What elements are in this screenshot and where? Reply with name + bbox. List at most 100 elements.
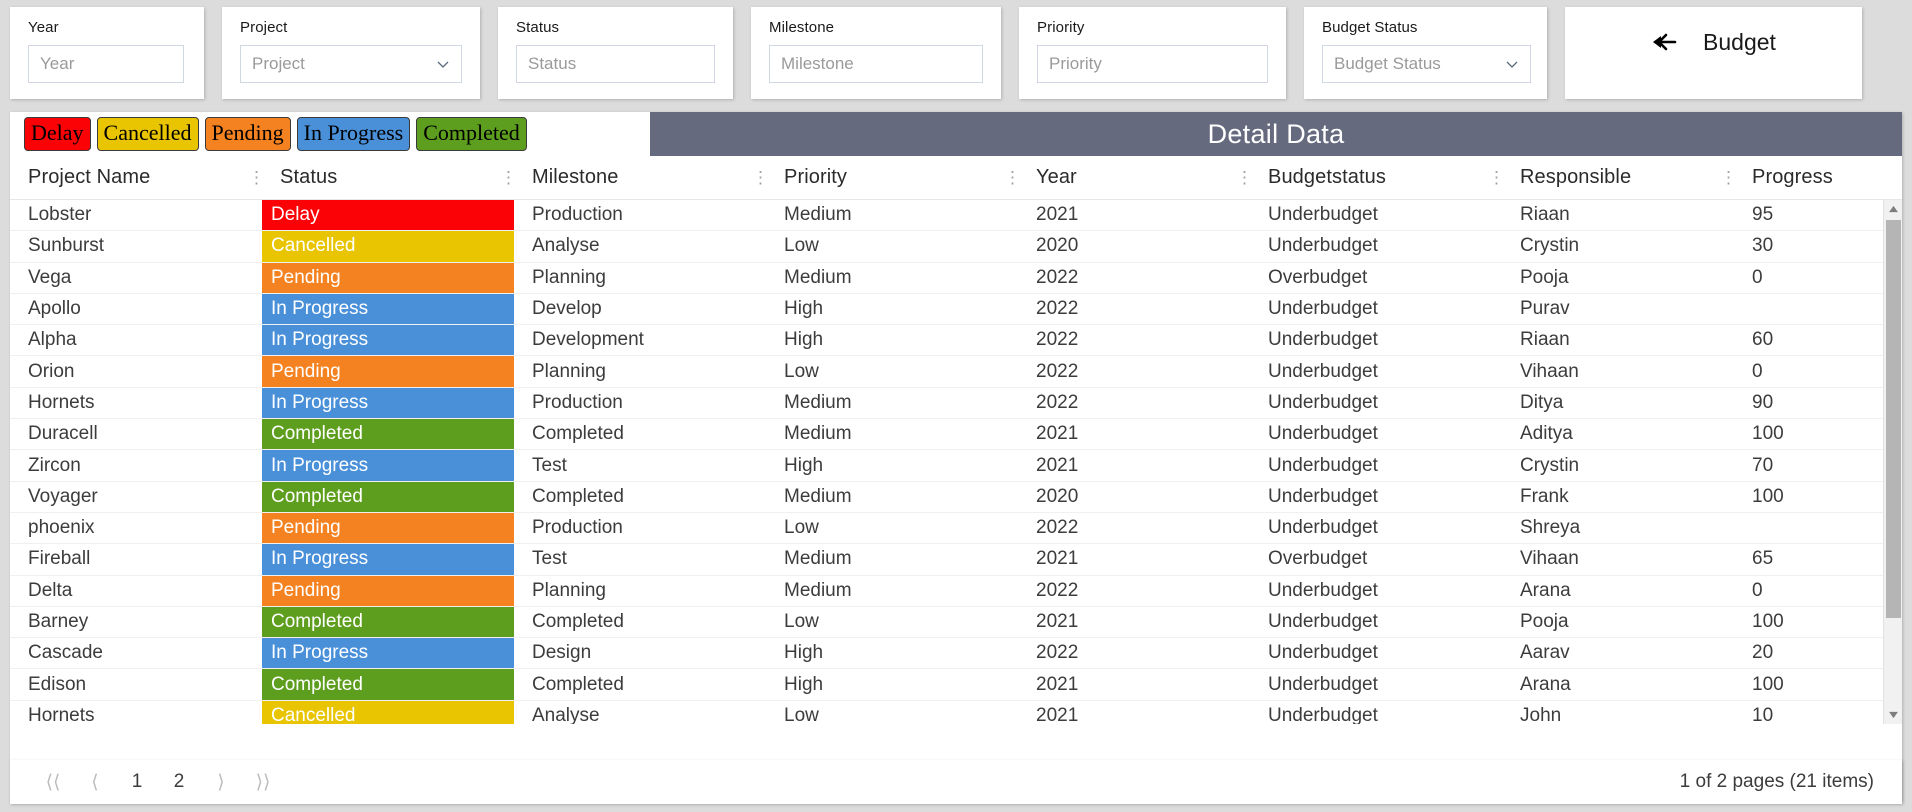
cell-year: 2022 <box>1036 360 1079 382</box>
cell-responsible: Riaan <box>1520 329 1570 351</box>
cell-year: 2022 <box>1036 579 1079 601</box>
legend-button-delay[interactable]: Delay <box>24 117 91 151</box>
filter-input-status[interactable]: Status <box>516 45 715 83</box>
column-header-project-name[interactable]: Project Name ⋮ <box>10 156 265 199</box>
cell-project: Zircon <box>28 454 81 476</box>
table-row[interactable]: Sunburst Cancelled Analyse Low 2020 Underbudg… <box>10 231 1883 263</box>
pager-controls: ⟨⟨ ⟨ 1 2 ⟩ ⟩⟩ <box>10 765 284 799</box>
cell-year: 2021 <box>1036 704 1079 724</box>
cell-year: 2022 <box>1036 298 1079 320</box>
table-row[interactable]: Hornets In Progress Production Medium 2022 Un… <box>10 387 1883 420</box>
column-menu-icon[interactable]: ⋮ <box>1236 168 1253 187</box>
filter-placeholder-status: Status <box>528 54 577 73</box>
scroll-down-arrow-icon[interactable] <box>1884 706 1902 724</box>
column-header-priority[interactable]: Priority ⋮ <box>766 156 1021 199</box>
table-row[interactable]: Vega Pending Planning Medium 2022 Overbudget P… <box>10 262 1883 294</box>
table-row[interactable]: phoenix Pending Production Low 2022 Underbudg… <box>10 512 1883 545</box>
table-row[interactable]: Fireball In Progress Test Medium 2021 Overbud… <box>10 544 1883 576</box>
table-row[interactable]: Apollo In Progress Develop High 2022 Underbud… <box>10 293 1883 326</box>
table-row[interactable]: Barney Completed Completed Low 2021 Underbudg… <box>10 606 1883 639</box>
column-header-year[interactable]: Year ⋮ <box>1018 156 1253 199</box>
pager-prev-button: ⟨ <box>91 771 99 793</box>
cell-priority: Low <box>784 704 819 724</box>
cell-progress: 0 <box>1752 579 1763 601</box>
column-header-responsible[interactable]: Responsible ⋮ <box>1502 156 1737 199</box>
column-header-status[interactable]: Status ⋮ <box>262 156 517 199</box>
column-header-milestone[interactable]: Milestone ⋮ <box>514 156 769 199</box>
cell-budgetstatus: Underbudget <box>1268 298 1378 320</box>
cell-responsible: Vihaan <box>1520 548 1579 570</box>
cell-priority: Low <box>784 611 819 632</box>
column-menu-icon[interactable]: ⋮ <box>248 168 265 187</box>
filter-select-project[interactable]: Project <box>240 45 462 83</box>
cell-budgetstatus: Underbudget <box>1268 235 1378 257</box>
table-row[interactable]: Edison Completed Completed High 2021 Underbud… <box>10 669 1883 701</box>
vertical-scrollbar[interactable] <box>1883 200 1902 724</box>
cell-status: In Progress <box>262 293 514 325</box>
column-menu-icon[interactable]: ⋮ <box>500 168 517 187</box>
legend-button-pending[interactable]: Pending <box>204 117 291 151</box>
table-row[interactable]: Hornets Cancelled Analyse Low 2021 Underbudge… <box>10 700 1883 724</box>
table-row[interactable]: Duracell Completed Completed Medium 2021 Unde… <box>10 419 1883 451</box>
cell-responsible: Aarav <box>1520 642 1570 664</box>
column-header-label: Budgetstatus <box>1268 166 1386 188</box>
filter-input-year[interactable]: Year <box>28 45 184 83</box>
column-header-progress[interactable]: Progress <box>1734 156 1882 199</box>
filter-input-milestone[interactable]: Milestone <box>769 45 983 83</box>
table-row[interactable]: Voyager Completed Completed Medium 2020 Under… <box>10 481 1883 513</box>
cell-progress: 100 <box>1752 611 1784 632</box>
pager-page-2[interactable]: 2 <box>158 765 200 799</box>
cell-priority: Medium <box>784 579 852 601</box>
cell-project: Orion <box>28 360 75 382</box>
column-menu-icon[interactable]: ⋮ <box>752 168 769 187</box>
column-header-label: Priority <box>784 166 848 188</box>
filter-card-status: Status Status <box>498 7 733 99</box>
vertical-scrollbar-thumb[interactable] <box>1886 220 1901 618</box>
filter-bar: Year Year Project Project Status Status … <box>0 0 1912 106</box>
legend-button-completed[interactable]: Completed <box>416 117 527 151</box>
cell-progress: 70 <box>1752 454 1774 476</box>
column-header-label: Project Name <box>28 166 151 188</box>
column-menu-icon[interactable]: ⋮ <box>1720 168 1737 187</box>
column-menu-icon[interactable]: ⋮ <box>1004 168 1021 187</box>
legend-button-cancelled[interactable]: Cancelled <box>96 117 199 151</box>
scroll-up-arrow-icon[interactable] <box>1884 200 1902 218</box>
cell-year: 2020 <box>1036 235 1079 257</box>
filter-input-priority[interactable]: Priority <box>1037 45 1268 83</box>
filter-label-priority: Priority <box>1037 19 1085 36</box>
cell-status: Completed <box>262 606 514 638</box>
cell-budgetstatus: Underbudget <box>1268 517 1378 539</box>
cell-milestone: Production <box>532 204 623 226</box>
pager-page-1[interactable]: 1 <box>116 765 158 799</box>
table-row[interactable]: Orion Pending Planning Low 2022 Underbudget Vi… <box>10 356 1883 388</box>
budget-back-button[interactable]: Budget <box>1565 7 1862 99</box>
pager-last-button[interactable]: ⟩⟩ <box>242 765 284 799</box>
chevron-down-icon <box>1505 57 1518 70</box>
cell-priority: Low <box>784 517 819 539</box>
filter-card-priority: Priority Priority <box>1019 7 1286 99</box>
table-row[interactable]: Cascade In Progress Design High 2022 Underbud… <box>10 638 1883 670</box>
table-row[interactable]: Delta Pending Planning Medium 2022 Underbudge… <box>10 575 1883 607</box>
cell-progress: 100 <box>1752 673 1784 695</box>
grid-pager: ⟨⟨ ⟨ 1 2 ⟩ ⟩⟩ 1 of 2 pages (21 items) <box>10 760 1902 804</box>
cell-budgetstatus: Underbudget <box>1268 704 1378 724</box>
table-row[interactable]: Lobster Delay Production Medium 2021 Underbud… <box>10 200 1883 232</box>
cell-budgetstatus: Underbudget <box>1268 579 1378 601</box>
column-menu-icon[interactable]: ⋮ <box>1488 168 1505 187</box>
cell-responsible: Pooja <box>1520 266 1569 288</box>
column-header-budgetstatus[interactable]: Budgetstatus ⋮ <box>1250 156 1505 199</box>
table-row[interactable]: Alpha In Progress Development High 2022 Under… <box>10 325 1883 357</box>
table-row[interactable]: Zircon In Progress Test High 2021 Underbudget… <box>10 450 1883 482</box>
cell-progress: 30 <box>1752 235 1774 257</box>
cell-project: phoenix <box>28 517 95 539</box>
filter-select-budget-status[interactable]: Budget Status <box>1322 45 1531 83</box>
cell-progress: 65 <box>1752 548 1774 570</box>
cell-progress: 10 <box>1752 704 1774 724</box>
legend-button-in-progress[interactable]: In Progress <box>296 117 411 151</box>
column-header-label: Responsible <box>1520 166 1632 188</box>
pager-next-button[interactable]: ⟩ <box>200 765 242 799</box>
cell-status: In Progress <box>262 544 514 575</box>
cell-status: Pending <box>262 575 514 606</box>
cell-budgetstatus: Underbudget <box>1268 485 1378 507</box>
cell-project: Edison <box>28 673 87 695</box>
